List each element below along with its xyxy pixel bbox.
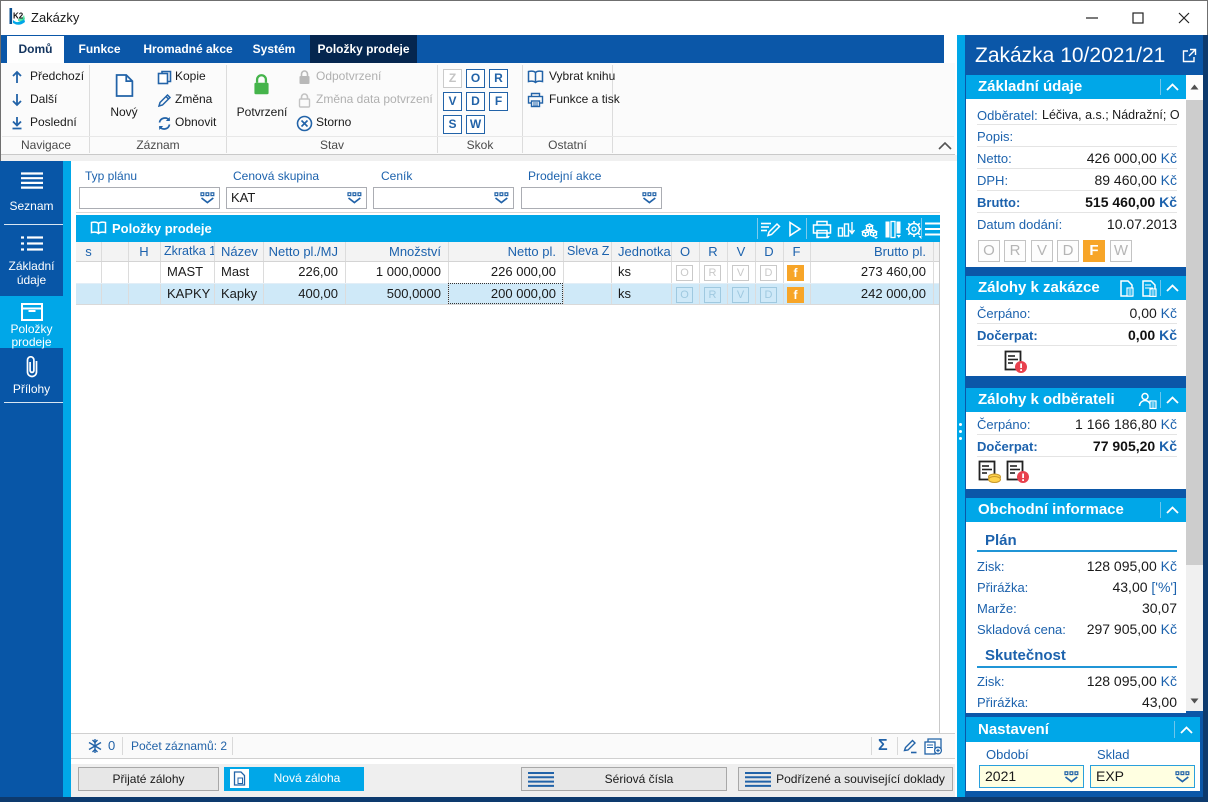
svg-text:K2: K2 [13, 12, 24, 21]
